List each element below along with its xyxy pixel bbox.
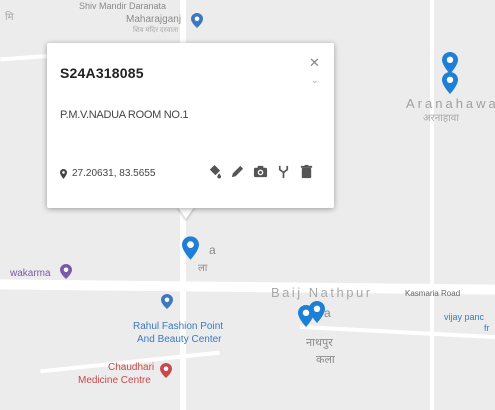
- label-maharajganj: Maharajganj: [126, 14, 182, 25]
- rahul-shop-marker-icon[interactable]: [161, 294, 173, 309]
- fork-icon[interactable]: [276, 164, 291, 179]
- vishwakarma-marker-icon[interactable]: [60, 264, 72, 279]
- label-aranahawa: Aranahawa: [406, 96, 495, 111]
- camera-icon[interactable]: [253, 164, 268, 179]
- pencil-icon[interactable]: [230, 164, 245, 179]
- coordinates-text: 27.20631, 83.5655: [72, 168, 156, 179]
- road-right-vertical: [430, 0, 434, 410]
- label-near-pin-hindi: ला: [198, 263, 208, 274]
- label-vijay: vijay panc: [444, 312, 485, 322]
- close-icon[interactable]: ✕: [309, 56, 320, 69]
- fill-bucket-icon[interactable]: [207, 164, 222, 179]
- label-rahul-fashion-line1: Rahul Fashion Point: [133, 321, 224, 332]
- location-pin-icon[interactable]: [309, 301, 325, 323]
- location-pin-icon[interactable]: [182, 236, 199, 260]
- label-rahul-fashion-line2: And Beauty Center: [137, 334, 222, 345]
- location-pin-icon[interactable]: [442, 52, 458, 74]
- info-popup: S24A318085 ✕ ⌄ P.M.V.NADUA ROOM NO.1 27.…: [47, 43, 334, 208]
- label-aranahawa-hindi: अरनाहावा: [423, 113, 459, 124]
- label-vishwakarma: wakarma: [10, 268, 51, 279]
- map-canvas[interactable]: मि Shiv Mandir Daranata Maharajganj शिव …: [0, 0, 495, 410]
- label-near-pin-a: a: [209, 243, 216, 257]
- label-baij-nathpur-hindi: नाथपुर: [306, 337, 333, 349]
- chaudhari-medicine-marker-icon[interactable]: [160, 363, 172, 378]
- popup-coordinates: 27.20631, 83.5655: [60, 168, 155, 179]
- label-chaudhari-line2: Medicine Centre: [78, 375, 151, 386]
- pin-icon: [60, 168, 67, 179]
- location-pin-icon[interactable]: [442, 72, 458, 94]
- label-shiv-mandir: Shiv Mandir Daranata: [79, 1, 167, 11]
- trash-icon[interactable]: [299, 164, 314, 179]
- label-kasmaria-road: Kasmaria Road: [405, 289, 461, 298]
- label-top-left: मि: [5, 12, 14, 23]
- label-vijay-2: fr: [484, 323, 490, 333]
- popup-actions: [207, 164, 314, 179]
- chevron-down-icon[interactable]: ⌄: [311, 75, 319, 86]
- label-baij-nathpur-hindi-2: कला: [316, 354, 335, 366]
- popup-title: S24A318085: [60, 65, 144, 81]
- label-maharajganj-hindi: शिव मंदिर दरवाता: [133, 27, 179, 34]
- popup-subtitle: P.M.V.NADUA ROOM NO.1: [60, 109, 189, 121]
- label-chaudhari-line1: Chaudhari: [108, 362, 155, 373]
- label-baij-nathpur: Baij Nathpur: [271, 285, 373, 300]
- temple-marker-icon[interactable]: [191, 13, 203, 28]
- label-near-pin-b: a: [324, 306, 331, 320]
